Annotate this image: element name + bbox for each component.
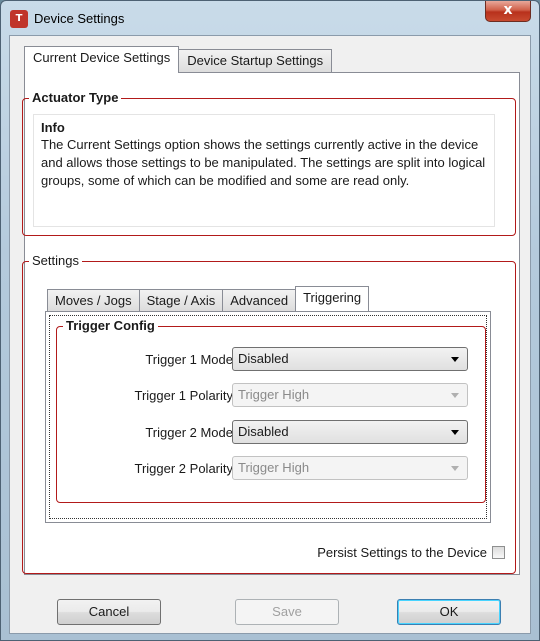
- tab-advanced[interactable]: Advanced: [222, 289, 297, 311]
- cancel-button[interactable]: Cancel: [57, 599, 161, 625]
- main-tab-strip: Current Device Settings Device Startup S…: [24, 46, 333, 73]
- tab-current-device-settings[interactable]: Current Device Settings: [24, 46, 180, 73]
- trigger-2-mode-select[interactable]: Disabled: [232, 420, 468, 444]
- trigger-1-polarity-label: Trigger 1 Polarity: [134, 388, 234, 403]
- trigger-2-mode-value: Disabled: [238, 424, 289, 439]
- settings-group: Settings Moves / Jogs Stage / Axis Advan…: [22, 253, 516, 574]
- trigger-1-polarity-value: Trigger High: [238, 387, 310, 402]
- tab-moves-jogs[interactable]: Moves / Jogs: [47, 289, 140, 311]
- trigger-1-mode-row: Trigger 1 Mode Disabled: [57, 347, 487, 373]
- actuator-type-group: Actuator Type Info The Current Settings …: [22, 90, 516, 236]
- tab-device-startup-settings[interactable]: Device Startup Settings: [178, 49, 333, 73]
- persist-settings[interactable]: Persist Settings to the Device: [317, 545, 505, 560]
- trigger-2-mode-row: Trigger 2 Mode Disabled: [57, 420, 487, 446]
- trigger-2-polarity-value: Trigger High: [238, 460, 310, 475]
- save-button: Save: [235, 599, 339, 625]
- ok-button[interactable]: OK: [397, 599, 501, 625]
- trigger-1-mode-select[interactable]: Disabled: [232, 347, 468, 371]
- trigger-config-group: Trigger Config Trigger 1 Mode Disabled T…: [56, 318, 487, 503]
- close-button[interactable]: x: [485, 1, 531, 22]
- trigger-2-polarity-label: Trigger 2 Polarity: [134, 461, 234, 476]
- trigger-2-polarity-row: Trigger 2 Polarity Trigger High: [57, 456, 487, 482]
- chevron-down-icon: [451, 393, 459, 398]
- trigger-1-mode-value: Disabled: [238, 351, 289, 366]
- info-box: Info The Current Settings option shows t…: [33, 114, 495, 227]
- trigger-config-legend: Trigger Config: [63, 318, 158, 334]
- tab-stage-axis[interactable]: Stage / Axis: [138, 289, 224, 311]
- window-title: Device Settings: [34, 11, 125, 26]
- trigger-2-polarity-select: Trigger High: [232, 456, 468, 480]
- app-icon: T: [10, 10, 28, 28]
- trigger-1-polarity-select: Trigger High: [232, 383, 468, 407]
- tab-triggering[interactable]: Triggering: [295, 286, 370, 311]
- dialog-client-area: Current Device Settings Device Startup S…: [9, 35, 531, 634]
- device-settings-window: T Device Settings x Current Device Setti…: [0, 0, 540, 641]
- chevron-down-icon: [451, 357, 459, 362]
- persist-settings-label: Persist Settings to the Device: [317, 545, 487, 560]
- chevron-down-icon: [451, 430, 459, 435]
- persist-settings-checkbox[interactable]: [492, 546, 505, 559]
- triggering-panel: Trigger Config Trigger 1 Mode Disabled T…: [45, 311, 491, 523]
- title-bar[interactable]: T Device Settings x: [1, 1, 539, 35]
- settings-legend: Settings: [29, 253, 82, 269]
- actuator-type-legend: Actuator Type: [29, 90, 122, 106]
- info-title: Info: [41, 120, 65, 135]
- trigger-1-polarity-row: Trigger 1 Polarity Trigger High: [57, 383, 487, 409]
- trigger-2-mode-label: Trigger 2 Mode: [145, 425, 233, 440]
- info-text: The Current Settings option shows the se…: [41, 137, 486, 188]
- trigger-1-mode-label: Trigger 1 Mode: [145, 352, 233, 367]
- settings-tab-strip: Moves / Jogs Stage / Axis Advanced Trigg…: [47, 286, 370, 312]
- chevron-down-icon: [451, 466, 459, 471]
